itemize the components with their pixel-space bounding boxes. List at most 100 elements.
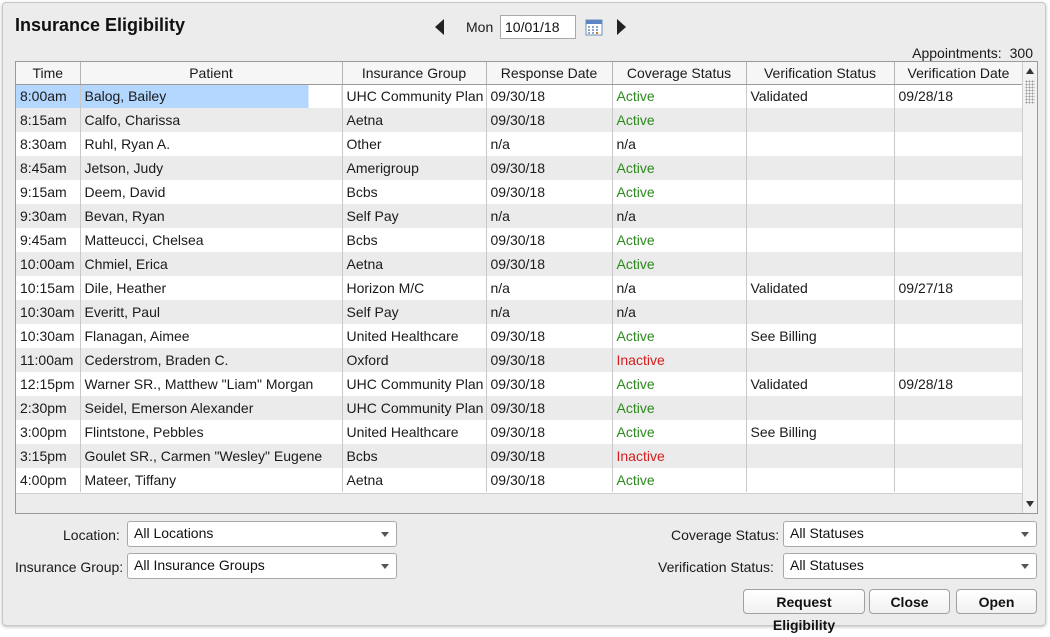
cell-verification-date bbox=[894, 300, 1024, 324]
cell-patient: Flanagan, Aimee bbox=[80, 324, 343, 348]
cell-patient: Jetson, Judy bbox=[80, 156, 343, 180]
dropdown-caret-icon bbox=[381, 532, 389, 537]
cell-coverage-status: Active bbox=[612, 420, 747, 444]
header-row: Time Patient Insurance Group Response Da… bbox=[16, 62, 1024, 85]
cell-response-date: 09/30/18 bbox=[486, 180, 613, 204]
cell-response-date: 09/30/18 bbox=[486, 420, 613, 444]
cell-insurance-group: Bcbs bbox=[342, 444, 487, 468]
cell-time: 3:00pm bbox=[16, 420, 81, 444]
cell-patient: Bevan, Ryan bbox=[80, 204, 343, 228]
request-eligibility-button[interactable]: Request Eligibility bbox=[743, 589, 865, 633]
next-day-icon[interactable] bbox=[617, 19, 626, 35]
close-button[interactable]: Close bbox=[869, 589, 950, 614]
appointments-label: Appointments: bbox=[912, 45, 1002, 61]
cell-insurance-group: United Healthcare bbox=[342, 324, 487, 348]
table-row[interactable]: 10:30am Flanagan, Aimee United Healthcare 0… bbox=[16, 324, 1024, 348]
scroll-up-icon[interactable] bbox=[1026, 68, 1034, 74]
cell-verification-status bbox=[746, 108, 895, 132]
table-row[interactable]: 8:00am Balog, Bailey UHC Community Plan 09/… bbox=[16, 84, 1024, 108]
table-row[interactable]: 3:00pm Flintstone, Pebbles United Healthca… bbox=[16, 420, 1024, 444]
verification-status-label: Verification Status: bbox=[658, 559, 774, 575]
cell-patient: Cederstrom, Braden C. bbox=[80, 348, 343, 372]
cell-verification-date bbox=[894, 156, 1024, 180]
cell-coverage-status: Active bbox=[612, 108, 747, 132]
cell-time: 8:00am bbox=[16, 84, 81, 108]
cell-response-date: n/a bbox=[486, 300, 613, 324]
cell-response-date: 09/30/18 bbox=[486, 396, 613, 420]
cell-verification-date bbox=[894, 468, 1024, 492]
cell-verification-date bbox=[894, 444, 1024, 468]
column-header-verification-date[interactable]: Verification Date bbox=[894, 62, 1024, 85]
table-row[interactable]: 10:30am Everitt, Paul Self Pay n/a n/a bbox=[16, 300, 1024, 324]
cell-insurance-group: Self Pay bbox=[342, 204, 487, 228]
table-row[interactable]: 4:00pm Mateer, Tiffany Aetna 09/30/18 Active bbox=[16, 468, 1024, 492]
column-header-verification-status[interactable]: Verification Status bbox=[746, 62, 895, 85]
appointments-value: 300 bbox=[1009, 45, 1033, 61]
cell-verification-date bbox=[894, 228, 1024, 252]
column-header-coverage-status[interactable]: Coverage Status bbox=[612, 62, 747, 85]
verification-status-select[interactable]: All Statuses bbox=[783, 553, 1037, 579]
cell-verification-status: Validated bbox=[746, 276, 895, 300]
location-select[interactable]: All Locations bbox=[127, 521, 397, 547]
column-header-insurance-group[interactable]: Insurance Group bbox=[342, 62, 487, 85]
cell-verification-status: Validated bbox=[746, 84, 895, 108]
cell-verification-date bbox=[894, 396, 1024, 420]
column-header-time[interactable]: Time bbox=[16, 62, 81, 85]
cell-response-date: 09/30/18 bbox=[486, 372, 613, 396]
prev-day-icon[interactable] bbox=[435, 19, 444, 35]
cell-insurance-group: Bcbs bbox=[342, 228, 487, 252]
cell-insurance-group: UHC Community Plan bbox=[342, 84, 487, 108]
insurance-group-select[interactable]: All Insurance Groups bbox=[127, 553, 397, 579]
cell-insurance-group: UHC Community Plan bbox=[342, 372, 487, 396]
cell-insurance-group: United Healthcare bbox=[342, 420, 487, 444]
table-row[interactable]: 8:30am Ruhl, Ryan A. Other n/a n/a bbox=[16, 132, 1024, 156]
calendar-icon[interactable] bbox=[585, 18, 603, 36]
dropdown-caret-icon bbox=[381, 564, 389, 569]
day-of-week-label: Mon bbox=[466, 19, 494, 35]
cell-coverage-status: Inactive bbox=[612, 348, 747, 372]
table-row[interactable]: 2:30pm Seidel, Emerson Alexander UHC Commu… bbox=[16, 396, 1024, 420]
cell-insurance-group: Bcbs bbox=[342, 180, 487, 204]
location-label: Location: bbox=[63, 527, 120, 543]
cell-verification-date bbox=[894, 108, 1024, 132]
column-header-patient[interactable]: Patient bbox=[80, 62, 343, 85]
table-row[interactable]: 8:15am Calfo, Charissa Aetna 09/30/18 Active bbox=[16, 108, 1024, 132]
table-row[interactable]: 11:00am Cederstrom, Braden C. Oxford 09/30/… bbox=[16, 348, 1024, 372]
cell-insurance-group: Aetna bbox=[342, 252, 487, 276]
scroll-down-icon[interactable] bbox=[1026, 501, 1034, 507]
cell-verification-date bbox=[894, 180, 1024, 204]
appointments-count: Appointments: 300 bbox=[912, 45, 1033, 61]
scroll-thumb[interactable] bbox=[1025, 80, 1035, 104]
coverage-status-select[interactable]: All Statuses bbox=[783, 521, 1037, 547]
table-row[interactable]: 9:15am Deem, David Bcbs 09/30/18 Active bbox=[16, 180, 1024, 204]
cell-verification-date: 09/28/18 bbox=[894, 372, 1024, 396]
table-row[interactable]: 10:15am Dile, Heather Horizon M/C n/a n/a Val… bbox=[16, 276, 1024, 300]
open-button[interactable]: Open bbox=[956, 589, 1037, 614]
table-row[interactable]: 9:30am Bevan, Ryan Self Pay n/a n/a bbox=[16, 204, 1024, 228]
table-row[interactable]: 8:45am Jetson, Judy Amerigroup 09/30/18 Acti… bbox=[16, 156, 1024, 180]
cell-patient: Flintstone, Pebbles bbox=[80, 420, 343, 444]
table-row[interactable]: 9:45am Matteucci, Chelsea Bcbs 09/30/18 Acti… bbox=[16, 228, 1024, 252]
cell-verification-status bbox=[746, 228, 895, 252]
coverage-status-select-value: All Statuses bbox=[790, 525, 864, 541]
cell-time: 2:30pm bbox=[16, 396, 81, 420]
cell-insurance-group: Self Pay bbox=[342, 300, 487, 324]
cell-response-date: 09/30/18 bbox=[486, 324, 613, 348]
cell-patient: Warner SR., Matthew "Liam" Morgan bbox=[80, 372, 343, 396]
cell-verification-status bbox=[746, 300, 895, 324]
cell-time: 8:30am bbox=[16, 132, 81, 156]
table-row[interactable]: 10:00am Chmiel, Erica Aetna 09/30/18 Active bbox=[16, 252, 1024, 276]
cell-insurance-group: Aetna bbox=[342, 108, 487, 132]
horizontal-scrollbar[interactable] bbox=[16, 493, 1023, 513]
cell-verification-status bbox=[746, 444, 895, 468]
table-row[interactable]: 3:15pm Goulet SR., Carmen "Wesley" Eugene… bbox=[16, 444, 1024, 468]
cell-time: 9:45am bbox=[16, 228, 81, 252]
cell-response-date: 09/30/18 bbox=[486, 444, 613, 468]
vertical-scrollbar[interactable] bbox=[1022, 62, 1037, 513]
cell-insurance-group: Oxford bbox=[342, 348, 487, 372]
column-header-response-date[interactable]: Response Date bbox=[486, 62, 613, 85]
cell-time: 4:00pm bbox=[16, 468, 81, 492]
table-row[interactable]: 12:15pm Warner SR., Matthew "Liam" Morgan… bbox=[16, 372, 1024, 396]
date-input[interactable] bbox=[500, 15, 576, 39]
cell-verification-status bbox=[746, 468, 895, 492]
